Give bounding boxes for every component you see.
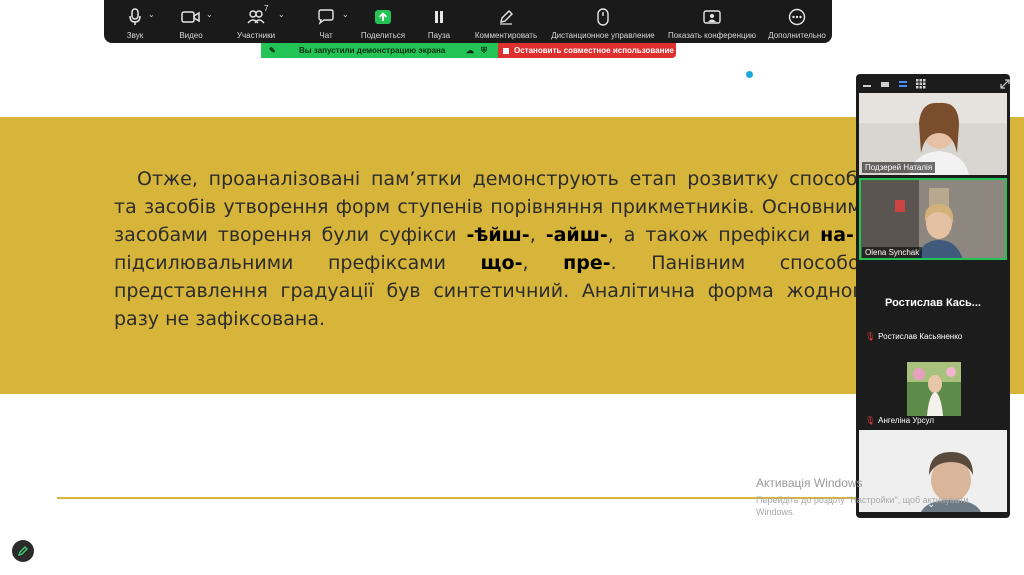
- participant-tile[interactable]: 🎙︎ Ангеліна Урсул: [859, 346, 1007, 428]
- suffix-1: -ѣйш-: [466, 224, 530, 246]
- remote-control-label: Дистанционное управление: [551, 31, 655, 40]
- strip-view-icon[interactable]: [898, 80, 908, 88]
- participant-name: Подзерей Наталія: [862, 162, 936, 173]
- more-button[interactable]: Дополнительно: [762, 0, 832, 43]
- chevron-down-icon[interactable]: ⌄: [342, 10, 349, 19]
- participants-video-panel: Подзерей Наталія Olena Synchak Ростислав…: [856, 74, 1010, 518]
- remote-control-mouse-icon: [597, 6, 609, 28]
- panel-view-controls: [856, 74, 1010, 93]
- chevron-down-icon[interactable]: ⌄: [278, 10, 285, 19]
- annotate-button[interactable]: Комментировать: [468, 0, 544, 43]
- expand-icon[interactable]: [1000, 78, 1010, 89]
- slide-divider-line: [57, 497, 857, 499]
- show-meeting-button[interactable]: Показать конференцию: [662, 0, 762, 43]
- participants-icon: [247, 6, 265, 28]
- audio-label: Звук: [126, 31, 144, 40]
- cursor-dot: [746, 71, 753, 78]
- prefix-1: на-: [820, 224, 854, 246]
- shield-icon: ⛨: [481, 45, 487, 55]
- muted-mic-icon: 🎙︎: [865, 332, 876, 341]
- prefix-2: що-: [480, 252, 523, 274]
- grid-view-icon[interactable]: [916, 78, 926, 88]
- chevron-down-icon[interactable]: ⌄: [206, 10, 213, 19]
- video-button[interactable]: ⌄ Видео: [166, 0, 216, 43]
- muted-mic-icon: 🎙︎: [865, 416, 876, 425]
- stop-share-label: Остановить совместное использование: [514, 46, 674, 55]
- video-label: Видео: [179, 31, 203, 40]
- participant-name: Olena Synchak: [862, 247, 923, 258]
- chevron-down-icon[interactable]: ⌄: [148, 10, 155, 19]
- participant-tile-active-speaker[interactable]: Olena Synchak: [859, 178, 1007, 260]
- show-meeting-label: Показать конференцию: [667, 31, 757, 40]
- slide-text-3: , а також префікси: [607, 224, 821, 246]
- participant-name: Ангеліна Урсул: [878, 416, 935, 425]
- cloud-icon: ☁: [466, 46, 474, 55]
- participant-count-badge: 7: [264, 4, 269, 13]
- meeting-toolbar: ⌄ Звук ⌄ Видео 7 ⌄ Участники ⌄ Чат Подел…: [104, 0, 832, 43]
- pen-icon: [17, 546, 28, 557]
- single-view-icon[interactable]: [880, 80, 890, 88]
- pause-icon: [433, 6, 445, 28]
- share-button[interactable]: Поделиться: [356, 0, 410, 43]
- video-camera-icon: [181, 6, 201, 28]
- chat-button[interactable]: ⌄ Чат: [296, 0, 356, 43]
- sharing-status-text: Вы запустили демонстрацию экрана: [299, 46, 446, 55]
- more-icon: [788, 6, 806, 28]
- activation-watermark-title: Активація Windows: [756, 476, 863, 490]
- participant-avatar: [907, 362, 961, 416]
- sharing-status-bar: ✎ Вы запустили демонстрацию экрана ☁ ⛨: [261, 43, 498, 58]
- prefix-3: пре-: [563, 252, 611, 274]
- participant-tile[interactable]: Подзерей Наталія: [859, 93, 1007, 175]
- chat-icon: [317, 6, 335, 28]
- minimize-icon[interactable]: [862, 80, 872, 88]
- participant-name: Ростислав Касьяненко: [878, 332, 963, 341]
- participant-tile[interactable]: Ростислав Кась... 🎙︎ Ростислав Касьяненко: [859, 262, 1007, 344]
- audio-button[interactable]: ⌄ Звук: [104, 0, 166, 43]
- show-meeting-icon: [703, 6, 721, 28]
- participants-button[interactable]: 7 ⌄ Участники: [216, 0, 296, 43]
- slide-text-2: ,: [529, 224, 546, 246]
- pause-label: Пауза: [427, 31, 451, 40]
- microphone-icon: [128, 6, 142, 28]
- pin-icon[interactable]: ✎: [269, 46, 276, 55]
- share-label: Поделиться: [360, 31, 406, 40]
- annotate-pen-icon: [498, 6, 514, 28]
- share-screen-icon: [374, 6, 392, 28]
- stop-share-button[interactable]: Остановить совместное использование: [498, 43, 676, 58]
- chat-label: Чат: [319, 31, 333, 40]
- remote-control-button[interactable]: Дистанционное управление: [544, 0, 662, 43]
- stop-square-icon: [503, 47, 509, 54]
- activation-watermark-subtitle: Перейдіть до розділу "Настройки", щоб ак…: [756, 495, 969, 517]
- annotation-pen-button[interactable]: [12, 540, 34, 562]
- slide-paragraph: Отже, проаналізовані пам’ятки демонструю…: [114, 165, 874, 333]
- participants-label: Участники: [236, 31, 276, 40]
- suffix-2: -айш-: [545, 224, 608, 246]
- more-label: Дополнительно: [768, 31, 826, 40]
- slide-text-5: ,: [522, 252, 564, 274]
- pause-button[interactable]: Пауза: [410, 0, 468, 43]
- annotate-label: Комментировать: [474, 31, 538, 40]
